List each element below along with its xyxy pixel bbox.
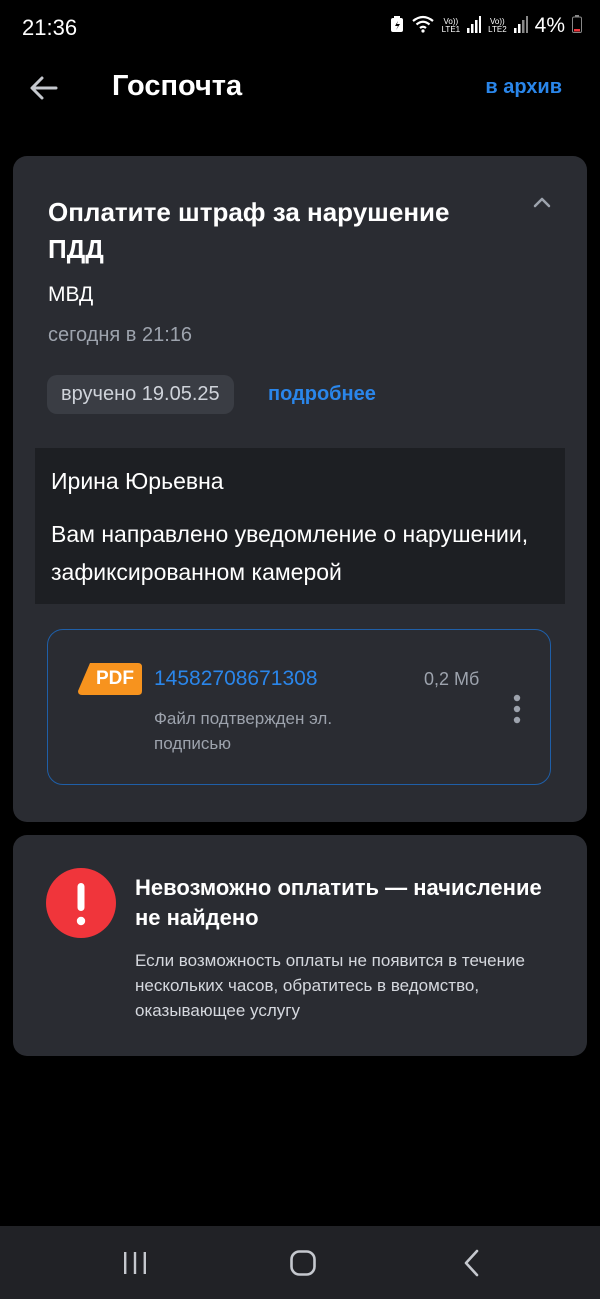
more-options-button[interactable] xyxy=(512,694,522,724)
status-icons: Vo)) LTE1 Vo)) LTE2 4% xyxy=(390,14,582,38)
notice-title: Оплатите штраф за нарушение ПДД xyxy=(48,197,450,264)
message-box: Ирина Юрьевна Вам направлено уведомление… xyxy=(35,448,565,604)
status-bar: 21:36 Vo)) LTE1 Vo)) LTE2 4% xyxy=(0,0,600,58)
battery-icon xyxy=(572,14,582,38)
wifi-icon xyxy=(411,15,435,38)
message-text: Вам направлено уведомление о нарушении, … xyxy=(51,521,529,585)
chevron-left-icon xyxy=(464,1249,479,1277)
file-signature-status: Файл подтвержден эл. подписью xyxy=(154,709,333,753)
page-title: Госпочта xyxy=(112,70,243,102)
file-size: 0,2 Мб xyxy=(424,669,480,689)
recent-apps-button[interactable] xyxy=(115,1248,155,1278)
error-title: Невозможно оплатить — начисление не найд… xyxy=(135,875,542,930)
message-greeting: Ирина Юрьевна xyxy=(51,468,224,494)
recents-icon xyxy=(124,1252,146,1274)
top-bar: Госпочта в архив xyxy=(0,58,600,120)
exclamation-icon xyxy=(46,868,116,938)
timestamp: сегодня в 21:16 xyxy=(48,324,192,346)
arrow-left-icon xyxy=(30,76,58,100)
save-mode-icon xyxy=(390,15,404,38)
sender-name: МВД xyxy=(48,283,94,306)
signal-icon xyxy=(467,15,482,38)
archive-button[interactable]: в архив xyxy=(485,76,562,99)
system-navigation-bar xyxy=(0,1226,600,1299)
error-description: Если возможность оплаты не появится в те… xyxy=(135,951,525,1020)
more-vertical-icon xyxy=(513,694,521,724)
pdf-icon: PDF xyxy=(78,663,142,695)
file-name-link[interactable]: 14582708671308 xyxy=(154,667,318,691)
lte1-indicator: Vo)) LTE1 xyxy=(441,17,461,34)
home-icon xyxy=(290,1250,316,1276)
details-link[interactable]: подробнее xyxy=(268,383,376,406)
notice-card: Оплатите штраф за нарушение ПДД МВД сего… xyxy=(13,156,587,822)
system-back-button[interactable] xyxy=(452,1248,492,1278)
collapse-button[interactable] xyxy=(531,194,553,210)
delivered-badge: вручено 19.05.25 xyxy=(47,375,234,414)
back-button[interactable] xyxy=(26,70,62,106)
battery-percent: 4% xyxy=(534,14,565,37)
chevron-up-icon xyxy=(533,197,551,208)
home-button[interactable] xyxy=(283,1248,323,1278)
payment-error-card: Невозможно оплатить — начисление не найд… xyxy=(13,835,587,1056)
lte2-indicator: Vo)) LTE2 xyxy=(488,17,507,34)
attachment-card[interactable]: PDF 14582708671308 0,2 Мб Файл подтвержд… xyxy=(47,629,551,785)
status-time: 21:36 xyxy=(22,15,78,40)
signal-icon xyxy=(513,15,528,38)
